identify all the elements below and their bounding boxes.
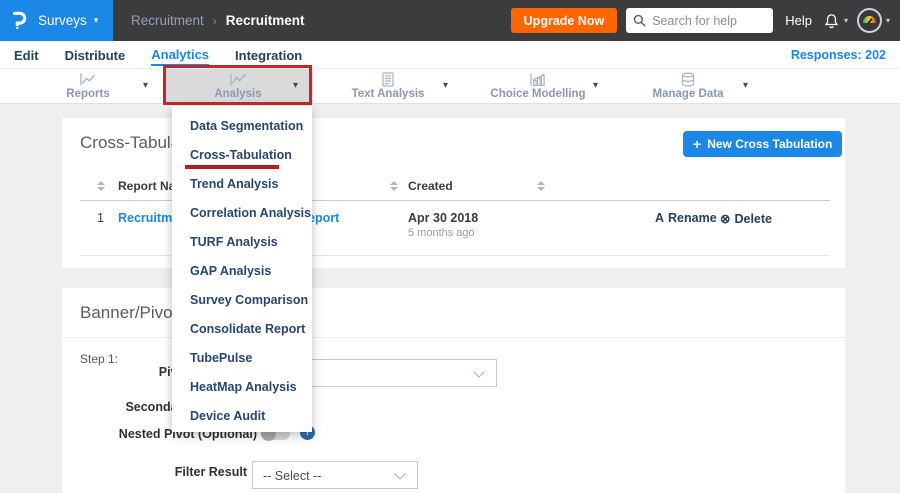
chevron-down-icon: ▾ bbox=[742, 80, 748, 91]
help-search-box[interactable] bbox=[626, 8, 774, 33]
tab-integration[interactable]: Integration bbox=[235, 45, 302, 65]
column-header-created[interactable]: Created bbox=[408, 179, 453, 193]
breadcrumb-current: Recruitment bbox=[225, 13, 305, 28]
rename-button[interactable]: A Rename bbox=[655, 211, 717, 225]
chevron-down-icon: ▾ bbox=[292, 80, 298, 91]
tab-analytics[interactable]: Analytics bbox=[151, 44, 210, 66]
menu-item-cross-tabulation[interactable]: Cross-Tabulation bbox=[172, 141, 312, 170]
menu-item-trend-analysis[interactable]: Trend Analysis bbox=[172, 170, 312, 199]
analysis-dropdown-menu: Data Segmentation Cross-Tabulation Trend… bbox=[172, 106, 312, 432]
bar-chart-icon bbox=[528, 72, 548, 87]
menu-item-heatmap-analysis[interactable]: HeatMap Analysis bbox=[172, 373, 312, 402]
toolbar-group-text-analysis[interactable]: Text Analysis ▾ bbox=[313, 69, 463, 103]
toolbar-label: Manage Data bbox=[652, 88, 724, 100]
chevron-down-icon: ▾ bbox=[93, 15, 99, 25]
menu-item-device-audit[interactable]: Device Audit bbox=[172, 402, 312, 431]
delete-circle-x-icon: ⊗ bbox=[720, 212, 731, 226]
search-icon bbox=[633, 14, 646, 27]
new-cross-tabulation-label: New Cross Tabulation bbox=[707, 137, 833, 151]
sort-icon[interactable] bbox=[390, 181, 398, 191]
database-icon bbox=[678, 72, 698, 87]
questionpro-logo-icon bbox=[9, 10, 29, 32]
breadcrumb-parent[interactable]: Recruitment bbox=[131, 13, 204, 28]
row-index: 1 bbox=[97, 211, 104, 225]
menu-item-tubepulse[interactable]: TubePulse bbox=[172, 344, 312, 373]
chevron-down-icon: ▾ bbox=[843, 16, 848, 25]
responses-count[interactable]: Responses: 202 bbox=[791, 48, 886, 62]
toolbar-group-choice-modelling[interactable]: Choice Modelling ▾ bbox=[463, 69, 613, 103]
menu-item-consolidate-report[interactable]: Consolidate Report bbox=[172, 315, 312, 344]
scatter-chart-icon bbox=[228, 72, 248, 87]
toolbar-label: Text Analysis bbox=[351, 88, 425, 100]
account-menu-button[interactable]: ▾ bbox=[856, 8, 890, 33]
analytics-toolbar: Reports ▾ Analysis ▾ Text Analysis ▾ Cho… bbox=[0, 68, 900, 104]
menu-item-gap-analysis[interactable]: GAP Analysis bbox=[172, 257, 312, 286]
survey-section-nav: Edit Distribute Analytics Integration Re… bbox=[0, 41, 900, 68]
chevron-down-icon: ▾ bbox=[442, 80, 448, 91]
toolbar-group-reports[interactable]: Reports ▾ bbox=[13, 69, 163, 103]
delete-button[interactable]: ⊗ Delete bbox=[720, 211, 772, 226]
rename-label: Rename bbox=[668, 211, 717, 225]
filter-result-select[interactable]: -- Select -- bbox=[252, 461, 418, 489]
tab-distribute[interactable]: Distribute bbox=[65, 45, 126, 65]
upgrade-now-button[interactable]: Upgrade Now bbox=[510, 8, 618, 33]
menu-item-turf-analysis[interactable]: TURF Analysis bbox=[172, 228, 312, 257]
created-ago: 5 months ago bbox=[408, 227, 475, 239]
new-cross-tabulation-button[interactable]: + New Cross Tabulation bbox=[683, 131, 843, 157]
toolbar-group-analysis[interactable]: Analysis ▾ bbox=[163, 69, 313, 103]
filter-select-value: -- Select -- bbox=[263, 469, 322, 483]
chevron-down-icon: ▾ bbox=[885, 16, 890, 25]
toolbar-label: Reports bbox=[66, 88, 110, 100]
breadcrumb: Recruitment › Recruitment bbox=[131, 13, 305, 28]
chevron-down-icon: ▾ bbox=[142, 80, 148, 91]
toolbar-group-manage-data[interactable]: Manage Data ▾ bbox=[613, 69, 763, 103]
chevron-down-icon bbox=[473, 366, 485, 378]
help-link[interactable]: Help bbox=[785, 13, 812, 28]
delete-label: Delete bbox=[734, 212, 773, 226]
breadcrumb-separator-icon: › bbox=[212, 13, 217, 28]
bell-icon bbox=[824, 13, 839, 28]
sort-icon[interactable] bbox=[537, 181, 545, 191]
line-chart-icon bbox=[78, 72, 98, 87]
search-input[interactable] bbox=[652, 13, 768, 28]
top-bar: Surveys ▾ Recruitment › Recruitment Upgr… bbox=[0, 0, 900, 41]
sort-icon[interactable] bbox=[97, 181, 105, 191]
surveys-product-switcher[interactable]: Surveys ▾ bbox=[0, 0, 113, 41]
toolbar-label: Analysis bbox=[214, 88, 262, 100]
account-gauge-avatar-icon bbox=[856, 8, 882, 33]
document-lines-icon bbox=[378, 72, 398, 87]
chevron-down-icon bbox=[394, 468, 406, 480]
red-annotation-underline bbox=[185, 165, 279, 169]
product-label: Surveys bbox=[38, 13, 87, 28]
topbar-right-actions: Upgrade Now Help ▾ ▾ bbox=[510, 8, 900, 33]
step-label: Step 1: bbox=[80, 352, 119, 366]
tab-edit[interactable]: Edit bbox=[14, 45, 39, 65]
created-date: Apr 30 2018 bbox=[408, 211, 479, 225]
chevron-down-icon: ▾ bbox=[592, 80, 598, 91]
plus-icon: + bbox=[693, 136, 702, 152]
menu-item-correlation-analysis[interactable]: Correlation Analysis bbox=[172, 199, 312, 228]
menu-item-survey-comparison[interactable]: Survey Comparison bbox=[172, 286, 312, 315]
notifications-bell-button[interactable]: ▾ bbox=[823, 13, 848, 29]
menu-item-data-segmentation[interactable]: Data Segmentation bbox=[172, 112, 312, 141]
toolbar-label: Choice Modelling bbox=[490, 88, 586, 100]
filter-result-label: Filter Result bbox=[174, 465, 247, 479]
menu-item-label: Cross-Tabulation bbox=[190, 148, 292, 162]
rename-font-icon: A bbox=[655, 211, 665, 225]
